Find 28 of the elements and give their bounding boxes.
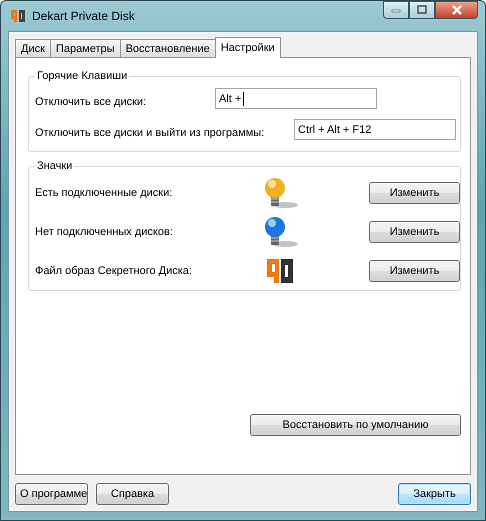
minimize-button[interactable] (383, 1, 409, 19)
hotkey-field[interactable]: Ctrl + Alt + F12 (294, 119, 456, 140)
footer-button[interactable]: О программе (15, 483, 88, 505)
change-button[interactable]: Изменить (369, 260, 460, 282)
close-dialog-button[interactable]: Закрыть (398, 483, 471, 505)
tab[interactable]: Параметры (50, 39, 121, 57)
change-button[interactable]: Изменить (369, 182, 460, 204)
field-label: Отключить все диски и выйти из программы: (35, 126, 266, 138)
window-title: Dekart Private Disk (32, 9, 135, 23)
close-button[interactable] (435, 1, 478, 19)
tab[interactable]: Восстановление (120, 39, 216, 57)
app-logo-icon (10, 8, 26, 24)
maximize-button[interactable] (409, 1, 435, 19)
maximize-icon (417, 5, 427, 15)
group-title: Горячие Клавиши (35, 70, 130, 82)
hotkey-field[interactable]: Alt + (215, 88, 377, 109)
restore-defaults-button[interactable]: Восстановить по умолчанию (250, 414, 461, 436)
tab[interactable]: Настройки (214, 37, 281, 58)
field-label: Отключить все диски: (35, 96, 148, 108)
icon-label: Нет подключенных дисков: (35, 226, 174, 238)
minimize-icon (391, 7, 401, 13)
close-icon (450, 5, 462, 15)
group-title: Значки (35, 160, 74, 172)
change-button[interactable]: Изменить (369, 221, 460, 243)
icon-label: Есть подключенные диски: (35, 187, 174, 199)
footer-button[interactable]: Справка (96, 483, 169, 505)
tab[interactable]: Диск (15, 39, 51, 57)
icon-label: Файл образ Секретного Диска: (35, 265, 193, 277)
